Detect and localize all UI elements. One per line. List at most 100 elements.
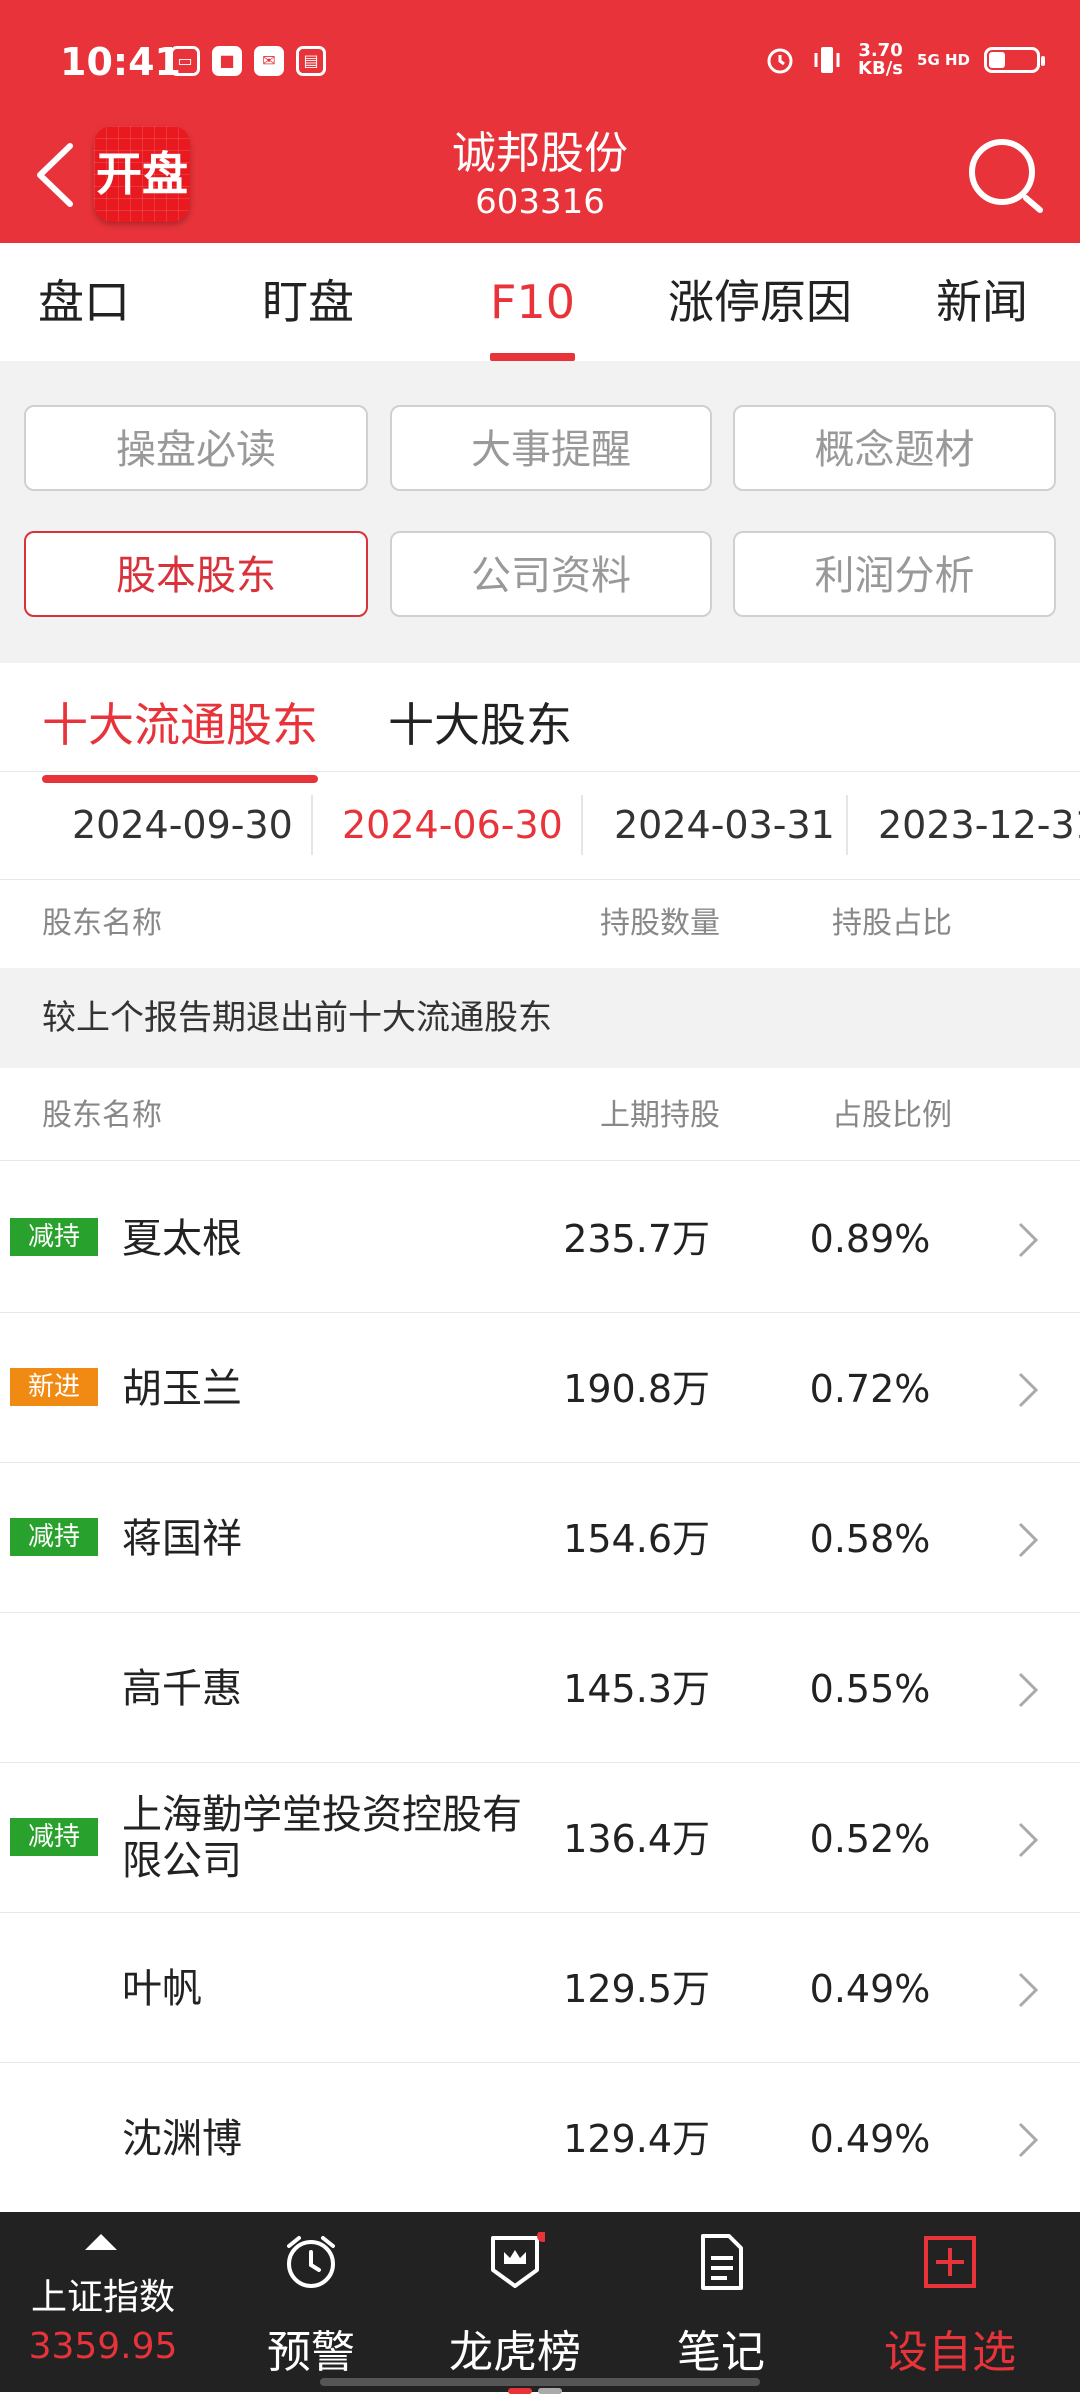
notes-button[interactable]: 笔记	[636, 2212, 806, 2392]
holding-qty: 129.4万	[563, 2117, 710, 2161]
subtab-top10-float-label: 十大流通股东	[42, 698, 318, 752]
index-ticker[interactable]: 上证指数 3359.95	[0, 2212, 206, 2392]
subtab-top10-float[interactable]: 十大流通股东	[42, 689, 318, 783]
table-row[interactable]: 减持 上海勤学堂投资控股有限公司 136.4万 0.52%	[0, 1762, 1080, 1913]
tab-pankou[interactable]: 盘口	[38, 243, 130, 361]
col-holding-qty: 持股数量	[600, 906, 720, 941]
holder-name: 叶帆	[122, 1966, 202, 2012]
table-row[interactable]: 新进 胡玉兰 190.8万 0.72%	[0, 1312, 1080, 1463]
holding-qty: 154.6万	[563, 1517, 710, 1561]
badge-reduced: 减持	[10, 1818, 98, 1856]
col-share-ratio: 占股比例	[832, 1098, 952, 1133]
index-name: 上证指数	[30, 2277, 175, 2318]
exit-notice: 较上个报告期退出前十大流通股东	[0, 968, 1080, 1068]
cat-shareholders[interactable]: 股本股东	[24, 531, 368, 617]
status-right: 3.70 KB/s 5G HD	[764, 40, 1045, 79]
bottom-toolbar: 上证指数 3359.95 预警 龙虎榜 笔记 设自选	[0, 2212, 1080, 2392]
cat-company-info[interactable]: 公司资料	[390, 531, 712, 617]
holding-pct: 0.52%	[809, 1817, 931, 1861]
crown-shield-icon	[491, 2232, 545, 2288]
table-header-previous: 股东名称 上期持股 占股比例	[0, 1072, 1080, 1161]
subtab-top10[interactable]: 十大股东	[388, 689, 572, 755]
notification-icons: ▭ ■ ✉ ▤	[170, 46, 326, 76]
badge-reduced: 减持	[10, 1218, 98, 1256]
holding-pct: 0.55%	[809, 1667, 931, 1711]
report-date-selector: 2024-09-30 2024-06-30 2024-03-31 2023-12…	[0, 771, 1080, 880]
tab-news[interactable]: 新闻	[936, 243, 1028, 361]
chevron-right-icon	[1018, 1522, 1039, 1558]
network-type: 5G HD	[917, 50, 970, 69]
vibrate-icon	[814, 47, 840, 73]
date-option-selected[interactable]: 2024-06-30	[342, 771, 563, 879]
holding-qty: 129.5万	[563, 1967, 710, 2011]
holder-name: 夏太根	[122, 1216, 242, 1262]
holding-pct: 0.49%	[809, 2117, 931, 2161]
app-notification-icon: ■	[212, 46, 242, 76]
date-option[interactable]: 2024-03-31	[614, 771, 835, 879]
add-square-icon	[924, 2236, 976, 2288]
alert-label: 预警	[267, 2327, 355, 2378]
add-watchlist-button[interactable]: 设自选	[860, 2212, 1040, 2392]
stock-name: 诚邦股份	[452, 128, 628, 179]
battery-icon	[984, 47, 1045, 73]
holding-pct: 0.58%	[809, 1517, 931, 1561]
col-holder-name: 股东名称	[42, 1098, 162, 1133]
card-notification-icon: ▤	[296, 46, 326, 76]
col-holding-pct: 持股占比	[832, 906, 952, 941]
add-watchlist-label: 设自选	[884, 2327, 1016, 2378]
badge-reduced: 减持	[10, 1518, 98, 1556]
note-icon	[701, 2234, 743, 2290]
dragon-tiger-button[interactable]: 龙虎榜	[430, 2212, 600, 2392]
net-speed: 3.70 KB/s	[858, 40, 904, 79]
badge-new: 新进	[10, 1368, 98, 1406]
status-time: 10:41	[60, 40, 181, 84]
table-row[interactable]: 沈渊博 129.4万 0.49%	[0, 2062, 1080, 2212]
holder-name: 沈渊博	[122, 2116, 242, 2162]
tab-f10[interactable]: F10	[490, 243, 575, 361]
exit-notice-text: 较上个报告期退出前十大流通股东	[42, 998, 552, 1038]
table-header: 股东名称 持股数量 持股占比	[0, 880, 1080, 968]
stock-code: 603316	[475, 182, 605, 222]
date-divider	[581, 795, 583, 855]
chevron-right-icon	[1018, 2122, 1039, 2158]
date-option[interactable]: 2023-12-31	[878, 771, 1080, 879]
category-area: 操盘必读 大事提醒 概念题材 股本股东 公司资料 利润分析	[0, 361, 1080, 663]
chevron-right-icon	[1018, 1822, 1039, 1858]
cat-concept-theme[interactable]: 概念题材	[733, 405, 1056, 491]
holder-name: 胡玉兰	[122, 1366, 242, 1412]
alert-button[interactable]: 预警	[226, 2212, 396, 2392]
holding-qty: 145.3万	[563, 1667, 710, 1711]
date-divider	[311, 795, 313, 855]
tab-dingpan[interactable]: 盯盘	[262, 243, 354, 361]
alarm-clock-icon	[287, 2236, 335, 2288]
table-row[interactable]: 减持 夏太根 235.7万 0.89%	[0, 1162, 1080, 1313]
cat-trading-must-read[interactable]: 操盘必读	[24, 405, 368, 491]
holding-pct: 0.72%	[809, 1367, 931, 1411]
holding-qty: 235.7万	[563, 1217, 710, 1261]
mail-notification-icon: ✉	[254, 46, 284, 76]
search-icon[interactable]	[966, 136, 1050, 220]
chevron-right-icon	[1018, 1222, 1039, 1258]
index-value: 3359.95	[28, 2326, 178, 2367]
table-row[interactable]: 叶帆 129.5万 0.49%	[0, 1912, 1080, 2063]
notes-label: 笔记	[677, 2327, 765, 2378]
chevron-right-icon	[1018, 1672, 1039, 1708]
table-row[interactable]: 减持 蒋国祥 154.6万 0.58%	[0, 1462, 1080, 1613]
table-row[interactable]: 高千惠 145.3万 0.55%	[0, 1612, 1080, 1763]
col-holder-name: 股东名称	[42, 906, 162, 941]
date-divider	[846, 795, 848, 855]
holding-qty: 136.4万	[563, 1817, 710, 1861]
stock-title: 诚邦股份 603316	[0, 126, 1080, 222]
tab-limit-up-reason[interactable]: 涨停原因	[668, 243, 852, 361]
holding-qty: 190.8万	[563, 1367, 710, 1411]
tab-f10-underline	[490, 353, 575, 361]
alarm-icon	[767, 48, 793, 74]
cat-profit-analysis[interactable]: 利润分析	[733, 531, 1056, 617]
cat-event-reminder[interactable]: 大事提醒	[390, 405, 712, 491]
chevron-right-icon	[1018, 1972, 1039, 2008]
date-option[interactable]: 2024-09-30	[72, 771, 293, 879]
page-indicator	[508, 2379, 572, 2394]
holder-name: 蒋国祥	[122, 1516, 242, 1562]
shareholder-subtabs: 十大流通股东 十大股东	[0, 663, 1080, 783]
tab-f10-label: F10	[490, 275, 575, 329]
